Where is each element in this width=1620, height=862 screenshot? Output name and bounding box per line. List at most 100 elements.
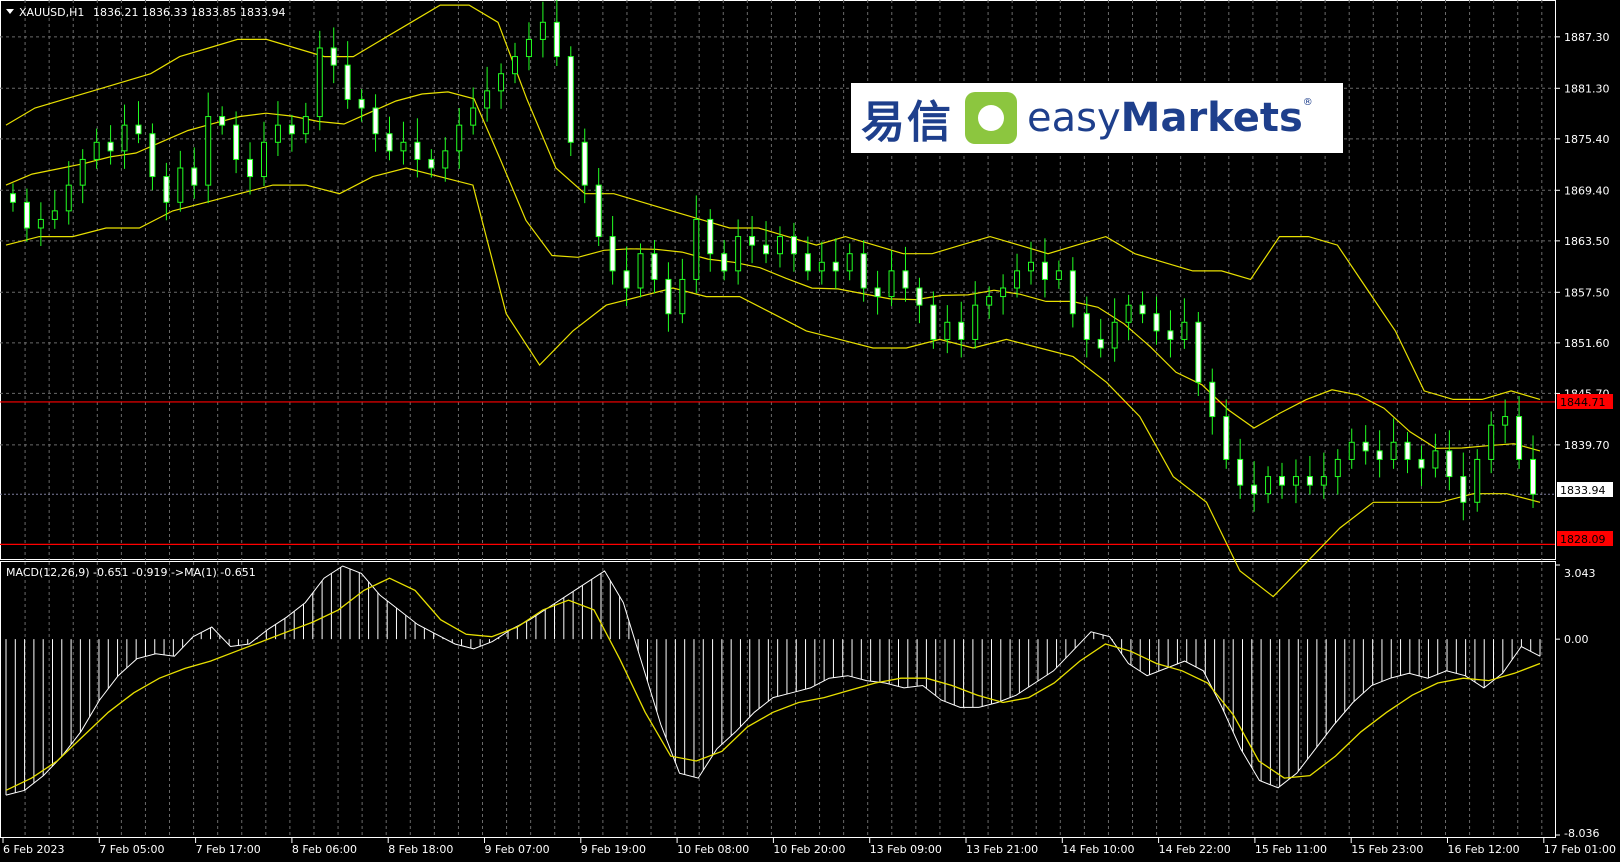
candle-body bbox=[1069, 270, 1076, 315]
candle-body bbox=[1279, 476, 1286, 486]
candle-body bbox=[623, 270, 630, 289]
candle-body bbox=[149, 133, 156, 178]
horizontal-levels bbox=[0, 401, 1555, 545]
candle-body bbox=[986, 296, 993, 306]
candle-body bbox=[874, 287, 881, 298]
candle-body bbox=[400, 141, 407, 152]
candle-body bbox=[65, 184, 72, 212]
candle-body bbox=[1153, 313, 1160, 332]
candle-body bbox=[665, 278, 672, 315]
candle-body bbox=[818, 261, 825, 272]
support-price: 1828.09 bbox=[1560, 533, 1606, 546]
macd-label: MACD(12,26,9) -0.651 -0.919 ->MA(1) -0.6… bbox=[6, 566, 256, 579]
price-axis: 1887.30 1881.30 1875.40 1869.40 1863.50 1857.… bbox=[1555, 31, 1610, 840]
candle-body bbox=[763, 244, 770, 255]
price-tick-label: 1869.40 bbox=[1564, 184, 1610, 197]
macd-histogram bbox=[5, 565, 1541, 796]
candle-body bbox=[902, 270, 909, 289]
candle-body bbox=[595, 184, 602, 238]
candle-body bbox=[637, 253, 644, 289]
candle-body bbox=[121, 124, 128, 152]
candle-body bbox=[1195, 321, 1202, 383]
candle-body bbox=[512, 56, 519, 75]
candle-body bbox=[721, 253, 728, 272]
candle-body bbox=[553, 21, 560, 58]
candle-body bbox=[1027, 261, 1034, 272]
candle-body bbox=[51, 210, 58, 220]
candle-body bbox=[274, 124, 281, 143]
candle-body bbox=[330, 47, 337, 66]
candle-body bbox=[93, 141, 100, 160]
candle-body bbox=[525, 38, 532, 58]
price-candles bbox=[9, 0, 1537, 521]
candle-body bbox=[1460, 476, 1467, 503]
time-tick-label: 6 Feb 2023 bbox=[3, 843, 64, 856]
resistance-price: 1844.71 bbox=[1560, 396, 1606, 409]
candle-body bbox=[177, 167, 184, 203]
macd-panel-frame bbox=[0, 561, 1556, 838]
macd-tick-label: 3.043 bbox=[1564, 567, 1596, 580]
candle-body bbox=[1348, 441, 1355, 460]
candle-body bbox=[539, 21, 546, 40]
price-tick-label: 1881.30 bbox=[1564, 82, 1610, 95]
candle-body bbox=[581, 141, 588, 186]
candle-body bbox=[107, 141, 114, 152]
candle-body bbox=[386, 133, 393, 152]
macd-signal-line bbox=[5, 577, 1541, 791]
candle-body bbox=[1502, 416, 1509, 426]
candle-body bbox=[428, 158, 435, 169]
candle-body bbox=[1111, 321, 1118, 349]
candle-body bbox=[972, 304, 979, 340]
candle-body bbox=[498, 73, 505, 92]
candle-body bbox=[1292, 476, 1299, 486]
candle-body bbox=[205, 116, 212, 186]
candle-body bbox=[804, 253, 811, 272]
candle-body bbox=[1083, 313, 1090, 340]
candle-body bbox=[302, 116, 309, 135]
candle-body bbox=[1306, 476, 1313, 486]
time-tick-label: 8 Feb 18:00 bbox=[388, 843, 453, 856]
time-tick-label: 14 Feb 22:00 bbox=[1159, 843, 1231, 856]
time-axis: 6 Feb 2023 7 Feb 05:00 7 Feb 17:00 8 Feb 06… bbox=[2, 838, 1616, 856]
time-tick-label: 17 Feb 01:00 bbox=[1544, 843, 1616, 856]
candle-body bbox=[1334, 458, 1341, 478]
symbol-dropdown-icon[interactable] bbox=[6, 9, 14, 14]
candle-body bbox=[735, 236, 742, 272]
logo-registered-icon: ® bbox=[1302, 96, 1313, 108]
candle-body bbox=[1223, 416, 1230, 460]
bollinger-upper bbox=[5, 4, 1541, 400]
candle-body bbox=[679, 278, 686, 315]
logo-english-text: easyMarkets bbox=[1027, 95, 1303, 141]
price-tick-label: 1839.70 bbox=[1564, 439, 1610, 452]
logo-chinese-text: 易信 bbox=[861, 97, 953, 148]
candle-body bbox=[219, 116, 226, 126]
candle-body bbox=[414, 141, 421, 160]
time-tick-label: 7 Feb 17:00 bbox=[196, 843, 261, 856]
time-tick-label: 15 Feb 23:00 bbox=[1351, 843, 1423, 856]
candle-body bbox=[1167, 330, 1174, 340]
price-tick-label: 1857.50 bbox=[1564, 286, 1610, 299]
price-tick-label: 1863.50 bbox=[1564, 235, 1610, 248]
price-tick-label: 1851.60 bbox=[1564, 337, 1610, 350]
time-tick-label: 10 Feb 20:00 bbox=[773, 843, 845, 856]
time-tick-label: 9 Feb 07:00 bbox=[485, 843, 550, 856]
candle-body bbox=[846, 253, 853, 272]
candle-body bbox=[916, 287, 923, 306]
candle-body bbox=[707, 218, 714, 255]
current-price: 1833.94 bbox=[1560, 484, 1606, 497]
candle-body bbox=[1320, 476, 1327, 486]
candle-body bbox=[1014, 270, 1021, 289]
candle-body bbox=[1000, 287, 1007, 298]
candle-body bbox=[1125, 304, 1132, 323]
signal-line bbox=[5, 577, 1541, 791]
price-tick-label: 1875.40 bbox=[1564, 133, 1610, 146]
candle-body bbox=[456, 124, 463, 152]
macd-outline bbox=[5, 565, 1541, 796]
candle-body bbox=[1041, 261, 1048, 280]
candle-body bbox=[749, 236, 756, 246]
candle-body bbox=[1055, 270, 1062, 280]
candle-body bbox=[944, 321, 951, 340]
candle-body bbox=[1390, 441, 1397, 460]
candle-body bbox=[958, 321, 965, 340]
candle-body bbox=[1488, 424, 1495, 460]
